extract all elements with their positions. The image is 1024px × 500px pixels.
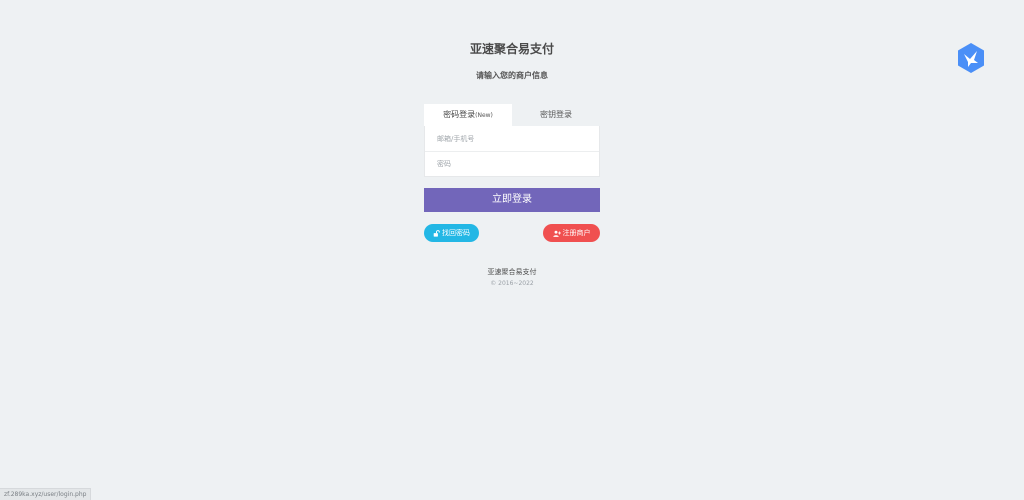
login-page: 亚速聚合易支付 请输入您的商户信息 密码登录(New) 密钥登录 立即登录 找回… [0,0,1024,500]
page-title: 亚速聚合易支付 [469,42,554,56]
unlock-icon [433,229,440,237]
footer-copyright: © 2016~2022 [490,280,534,287]
password-input[interactable] [425,151,599,176]
footer-site-name: 亚速聚合易支付 [487,268,537,276]
login-button[interactable]: 立即登录 [424,188,600,212]
forgot-password-button[interactable]: 找回密码 [424,224,479,242]
tab-key-login[interactable]: 密钥登录 [512,104,600,126]
status-bar-url: zf.289ka.xyz/user/login.php [0,488,92,500]
tab-password-login[interactable]: 密码登录(New) [424,104,512,126]
tab-password-login-label: 密码登录 [443,110,476,119]
user-plus-icon [552,230,561,237]
login-tabs: 密码登录(New) 密钥登录 [424,104,600,126]
tab-key-login-label: 密钥登录 [540,110,572,119]
register-merchant-label: 注册商户 [562,229,591,237]
login-fields [424,126,600,177]
login-form: 密码登录(New) 密钥登录 [424,104,600,177]
page-subtitle: 请输入您的商户信息 [476,71,548,80]
forgot-password-label: 找回密码 [442,229,470,237]
tab-new-tag: (New) [475,112,493,119]
account-input[interactable] [425,126,599,151]
register-merchant-button[interactable]: 注册商户 [543,224,600,242]
